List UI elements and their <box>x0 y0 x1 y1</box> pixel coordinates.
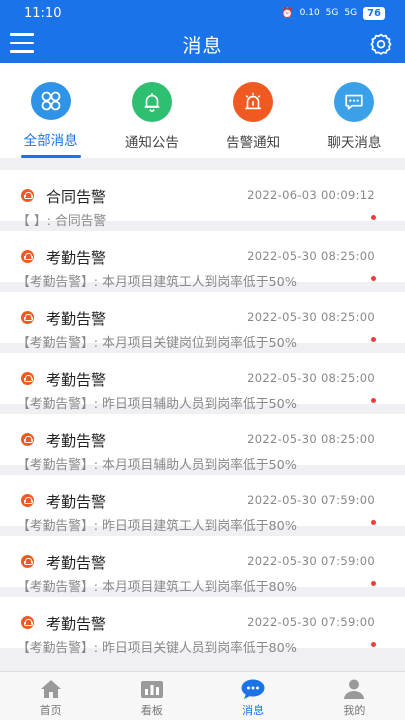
unread-dot <box>371 581 376 586</box>
alarm-icon <box>233 82 274 122</box>
menu-icon[interactable] <box>10 33 34 55</box>
alarm-clock-icon: ⏰ <box>281 7 294 19</box>
message-time: 2022-05-30 07:59:00 <box>247 615 375 629</box>
message-content: 【考勤告警】: 本月项目建筑工人到岗率低于80% <box>17 580 297 595</box>
battery-level: 76 <box>363 6 385 20</box>
message-title: 考勤告警 <box>46 249 107 267</box>
unread-dot <box>371 337 376 342</box>
profile-icon <box>344 679 365 699</box>
message-title: 考勤告警 <box>46 493 107 511</box>
tab-label: 全部消息 <box>23 133 78 150</box>
network-speed: 0.10 <box>299 8 320 18</box>
signal-5g-1: 5G <box>325 8 339 18</box>
message-content: 【考勤告警】: 昨日项目关键人员到岗率低于80% <box>17 641 297 656</box>
page-title: 消息 <box>182 35 223 57</box>
alert-type-icon <box>21 616 34 629</box>
message-icon <box>241 679 265 699</box>
message-title: 考勤告警 <box>46 554 107 572</box>
message-time: 2022-05-30 07:59:00 <box>247 554 375 568</box>
alert-type-icon <box>21 311 34 324</box>
tab-label: 聊天消息 <box>327 135 382 151</box>
message-item[interactable]: 考勤告警 2022-05-30 07:59:00 【考勤告警】: 本月项目建筑工… <box>0 536 405 595</box>
message-item[interactable]: 考勤告警 2022-05-30 07:59:00 【考勤告警】: 昨日项目建筑工… <box>0 475 405 534</box>
dashboard-icon <box>140 681 163 698</box>
tabbar-home[interactable]: 首页 <box>0 672 101 720</box>
message-content: 【考勤告警】: 本月项目辅助人员到岗率低于50% <box>17 458 297 473</box>
tabbar-dashboard[interactable]: 看板 <box>101 672 202 720</box>
status-time: 11:10 <box>24 5 62 21</box>
message-list: 合同告警 2022-06-03 00:09:12 【 】: 合同告警 考勤告警 … <box>0 170 405 658</box>
chat-icon <box>334 82 375 122</box>
message-item[interactable]: 合同告警 2022-06-03 00:09:12 【 】: 合同告警 <box>0 170 405 229</box>
bottom-tab-bar: 首页 看板 消息 我的 <box>0 671 405 720</box>
message-time: 2022-05-30 08:25:00 <box>247 249 375 263</box>
message-title: 合同告警 <box>46 188 107 206</box>
message-content: 【 】: 合同告警 <box>17 214 107 229</box>
bell-icon <box>131 82 172 122</box>
status-bar: 11:10 ⏰ 0.10 5G 5G 76 <box>0 0 405 26</box>
message-time: 2022-05-30 07:59:00 <box>247 493 375 507</box>
message-title: 考勤告警 <box>46 615 107 633</box>
tabbar-label: 首页 <box>39 704 62 717</box>
alert-type-icon <box>21 555 34 568</box>
alert-type-icon <box>21 372 34 385</box>
message-time: 2022-05-30 08:25:00 <box>247 310 375 324</box>
home-icon <box>40 680 61 698</box>
tab-label: 通知公告 <box>124 135 179 151</box>
tabbar-label: 消息 <box>242 704 265 717</box>
message-time: 2022-06-03 00:09:12 <box>247 188 375 202</box>
status-indicators: ⏰ 0.10 5G 5G 76 <box>281 6 385 20</box>
unread-dot <box>371 398 376 403</box>
tabbar-profile[interactable]: 我的 <box>304 672 405 720</box>
tab-notices[interactable]: 通知公告 <box>101 63 202 158</box>
tabbar-label: 看板 <box>140 704 163 717</box>
message-item[interactable]: 考勤告警 2022-05-30 08:25:00 【考勤告警】: 昨日项目辅助人… <box>0 353 405 412</box>
message-content: 【考勤告警】: 昨日项目辅助人员到岗率低于50% <box>17 397 297 412</box>
tabbar-label: 我的 <box>343 704 366 717</box>
message-item[interactable]: 考勤告警 2022-05-30 08:25:00 【考勤告警】: 本月项目建筑工… <box>0 231 405 290</box>
unread-dot <box>371 215 376 220</box>
unread-dot <box>371 520 376 525</box>
message-content: 【考勤告警】: 本月项目建筑工人到岗率低于50% <box>17 275 297 290</box>
tabbar-messages[interactable]: 消息 <box>203 672 304 720</box>
signal-5g-2: 5G <box>344 8 358 18</box>
tab-chat[interactable]: 聊天消息 <box>304 63 405 158</box>
message-content: 【考勤告警】: 本月项目关键岗位到岗率低于50% <box>17 336 297 351</box>
tab-alarms[interactable]: 告警通知 <box>203 63 304 158</box>
tab-all-messages[interactable]: 全部消息 <box>0 63 101 158</box>
message-time: 2022-05-30 08:25:00 <box>247 371 375 385</box>
message-title: 考勤告警 <box>46 371 107 389</box>
category-tabs: 全部消息 通知公告 告警通知 聊天消息 <box>0 63 405 158</box>
grid-icon <box>30 82 71 121</box>
alert-type-icon <box>21 494 34 507</box>
gear-icon[interactable] <box>369 32 393 56</box>
active-tab-indicator <box>20 155 81 158</box>
message-title: 考勤告警 <box>46 432 107 450</box>
message-title: 考勤告警 <box>46 310 107 328</box>
message-item[interactable]: 考勤告警 2022-05-30 07:59:00 【考勤告警】: 昨日项目关键人… <box>0 597 405 656</box>
tab-label: 告警通知 <box>226 135 281 151</box>
message-item[interactable]: 考勤告警 2022-05-30 08:25:00 【考勤告警】: 本月项目辅助人… <box>0 414 405 473</box>
alert-type-icon <box>21 189 34 202</box>
message-item[interactable]: 考勤告警 2022-05-30 08:25:00 【考勤告警】: 本月项目关键岗… <box>0 292 405 351</box>
unread-dot <box>371 276 376 281</box>
message-time: 2022-05-30 08:25:00 <box>247 432 375 446</box>
alert-type-icon <box>21 433 34 446</box>
unread-dot <box>371 642 376 647</box>
alert-type-icon <box>21 250 34 263</box>
app-header: 消息 <box>0 26 405 63</box>
message-content: 【考勤告警】: 昨日项目建筑工人到岗率低于80% <box>17 519 297 534</box>
